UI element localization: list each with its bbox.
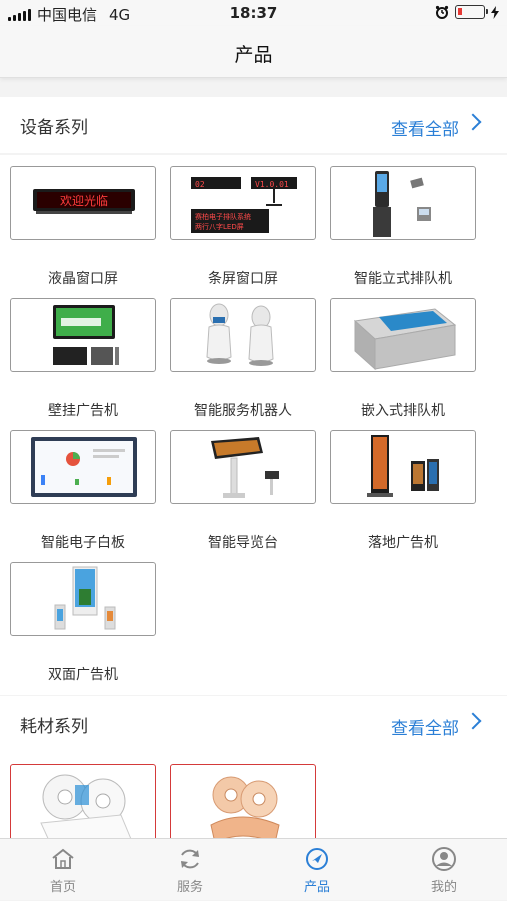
tab-label: 首页 — [49, 880, 76, 895]
product-card-wall-display[interactable] — [10, 298, 156, 372]
product-card-guide-table[interactable] — [170, 430, 316, 504]
floor-display-image — [367, 435, 439, 497]
tab-label: 服务 — [176, 880, 203, 895]
status-bar: 中国电信 4G 18:37 — [0, 0, 507, 26]
product-name[interactable]: 壁挂广告机 — [0, 400, 166, 420]
chevron-right-icon[interactable] — [464, 113, 482, 131]
strip-text-a: 02 — [195, 180, 205, 189]
product-card-orange-paper[interactable] — [170, 764, 316, 844]
product-card-strip-screen[interactable]: 02 V1.0.01 赛柏电子排队系统 两行八字LED屏 — [170, 166, 316, 240]
strip-text-b: V1.0.01 — [255, 180, 289, 189]
charging-icon — [491, 5, 499, 19]
product-card-whiteboard[interactable] — [10, 430, 156, 504]
product-name[interactable]: 液晶窗口屏 — [0, 268, 166, 288]
tab-home[interactable]: 首页 — [0, 839, 126, 901]
product-card-thermal-paper[interactable] — [10, 764, 156, 844]
compass-icon — [306, 848, 328, 870]
refresh-icon — [181, 849, 199, 869]
product-name[interactable]: 智能服务机器人 — [160, 400, 326, 420]
user-icon — [432, 847, 456, 871]
robot-image — [206, 303, 274, 366]
product-name[interactable]: 落地广告机 — [320, 532, 486, 552]
product-card-embedded-kiosk[interactable] — [330, 298, 476, 372]
strip-text-c: 赛柏电子排队系统 — [195, 212, 251, 221]
chevron-right-icon[interactable] — [464, 712, 482, 730]
section-header-consumables: 耗材系列 查看全部 — [0, 696, 507, 752]
tab-label: 我的 — [430, 880, 457, 895]
strip-text-d: 两行八字LED屏 — [195, 222, 244, 231]
status-time: 18:37 — [229, 4, 278, 22]
status-right — [435, 5, 499, 19]
nav-bar: 产品 — [0, 26, 507, 78]
whiteboard-image — [31, 437, 137, 497]
product-name[interactable]: 嵌入式排队机 — [320, 400, 486, 420]
strip-screen-image: 02 V1.0.01 赛柏电子排队系统 两行八字LED屏 — [191, 177, 297, 233]
tab-service[interactable]: 服务 — [127, 839, 253, 901]
led-sign-image: 欢迎光临 — [33, 189, 135, 214]
alarm-icon — [435, 5, 449, 19]
product-card-standing-kiosk[interactable] — [330, 166, 476, 240]
product-name[interactable]: 智能电子白板 — [0, 532, 166, 552]
page-title: 产品 — [234, 44, 273, 66]
tab-bar: 首页 服务 产品 我的 — [0, 838, 507, 900]
product-name[interactable]: 智能导览台 — [160, 532, 326, 552]
product-card-floor-display[interactable] — [330, 430, 476, 504]
product-card-service-robot[interactable] — [170, 298, 316, 372]
section-title: 耗材系列 — [20, 717, 88, 737]
section-header-equipment: 设备系列 查看全部 — [0, 97, 507, 153]
product-name[interactable]: 智能立式排队机 — [320, 268, 486, 288]
section-title: 设备系列 — [20, 118, 88, 138]
orange-paper-roll-image — [210, 776, 280, 843]
battery-icon — [455, 5, 488, 19]
tab-label: 产品 — [303, 880, 330, 895]
view-all-link[interactable]: 查看全部 — [391, 115, 459, 140]
guide-table-image — [211, 437, 279, 498]
double-display-image — [54, 566, 116, 630]
home-icon — [52, 848, 74, 869]
tab-mine[interactable]: 我的 — [381, 839, 507, 901]
product-name[interactable]: 双面广告机 — [0, 664, 166, 684]
product-card-double-display[interactable] — [10, 562, 156, 636]
embedded-kiosk-image — [353, 308, 457, 371]
kiosk-image — [373, 171, 431, 237]
thermal-paper-roll-image — [40, 774, 132, 843]
product-card-lcd-window[interactable]: 欢迎光临 — [10, 166, 156, 240]
wall-display-image — [53, 305, 119, 365]
product-name[interactable]: 条屏窗口屏 — [160, 268, 326, 288]
tab-products[interactable]: 产品 — [254, 839, 380, 901]
view-all-link[interactable]: 查看全部 — [391, 714, 459, 739]
led-text: 欢迎光临 — [60, 193, 108, 208]
